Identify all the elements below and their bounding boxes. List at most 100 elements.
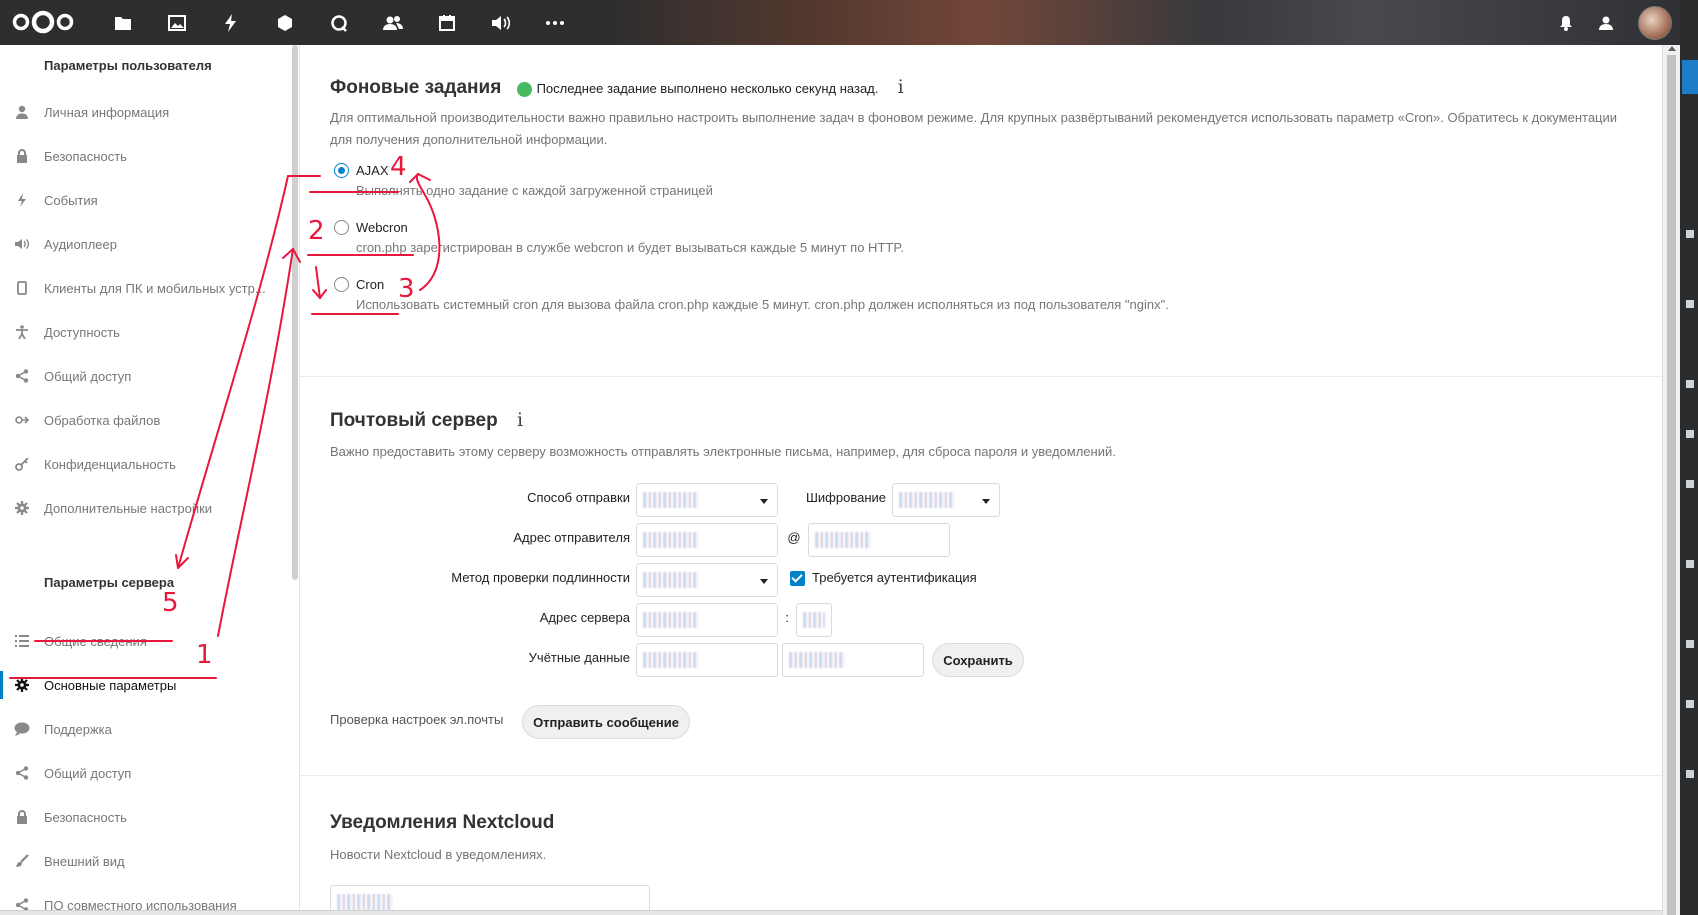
sidebar-item-label: Внешний вид — [44, 853, 125, 869]
annotation-number: 2 — [308, 216, 325, 246]
sidebar-item-user-6[interactable]: Общий доступ — [0, 354, 290, 398]
send-mode-label: Способ отправки — [527, 490, 630, 505]
from-address-input[interactable] — [636, 523, 778, 557]
sidebar-item-user-5[interactable]: Доступность — [0, 310, 290, 354]
sidebar-item-user-8[interactable]: Конфиденциальность — [0, 442, 290, 486]
sidebar-item-user-3[interactable]: Аудиоплеер — [0, 222, 290, 266]
user-avatar[interactable] — [1638, 5, 1672, 40]
sidebar-item-user-1[interactable]: Безопасность — [0, 134, 290, 178]
send-test-email-button[interactable]: Отправить сообщение — [522, 705, 690, 739]
sidebar-item-label: События — [44, 192, 98, 208]
top-bar — [0, 0, 1698, 45]
list-icon — [0, 619, 44, 663]
files-icon[interactable] — [96, 0, 150, 45]
cron-status: Последнее задание выполнено несколько се… — [516, 81, 878, 98]
sidebar-item-label: Обработка файлов — [44, 412, 161, 428]
sidebar-item-label: Поддержка — [44, 721, 112, 737]
sidebar-item-user-4[interactable]: Клиенты для ПК и мобильных устр... — [0, 266, 290, 310]
scroll-up-icon[interactable] — [1668, 46, 1676, 51]
activity-icon[interactable] — [204, 0, 258, 45]
section-divider — [300, 775, 1662, 776]
sidebar-item-user-7[interactable]: Обработка файлов — [0, 398, 290, 442]
header-right — [1546, 0, 1698, 45]
key-icon — [0, 442, 44, 486]
sidebar-item-label: Безопасность — [44, 809, 127, 825]
send-mode-select[interactable] — [636, 483, 778, 517]
sidebar-item-server-4[interactable]: Безопасность — [0, 795, 290, 839]
lock-icon — [0, 795, 44, 839]
server-address-label: Адрес сервера — [539, 610, 630, 625]
mail-server-title-text: Почтовый сервер — [330, 410, 498, 431]
server-settings-heading: Параметры сервера — [44, 575, 175, 590]
background-jobs-title: Фоновые задания Последнее задание выполн… — [330, 76, 904, 99]
radio-ajax-description: Выполнять одно задание с каждой загружен… — [356, 183, 713, 198]
encryption-label: Шифрование — [806, 490, 886, 505]
auth-required-checkbox[interactable] — [790, 571, 805, 586]
chevron-down-icon — [982, 499, 990, 504]
scrollbar-thumb[interactable] — [1667, 55, 1676, 915]
lock-icon — [0, 134, 44, 178]
from-address-label: Адрес отправителя — [513, 530, 630, 545]
accessibility-icon — [0, 310, 44, 354]
app-navigation — [96, 0, 582, 45]
section-divider — [300, 376, 1662, 377]
radio-webcron-label[interactable]: Webcron — [356, 220, 408, 235]
sidebar-item-user-0[interactable]: Личная информация — [0, 90, 290, 134]
sidebar-item-label: Клиенты для ПК и мобильных устр... — [44, 280, 266, 296]
sidebar-item-server-0[interactable]: Общие сведения — [0, 619, 290, 663]
settings-sidebar: Параметры пользователя Личная информация… — [0, 45, 300, 913]
sidebar-scrollbar[interactable] — [292, 45, 298, 580]
calendar-icon[interactable] — [420, 0, 474, 45]
radio-cron[interactable] — [334, 277, 349, 292]
username-input[interactable] — [636, 643, 778, 677]
contacts-icon[interactable] — [366, 0, 420, 45]
info-icon[interactable]: i — [898, 76, 904, 98]
share-icon — [0, 751, 44, 795]
encryption-select[interactable] — [892, 483, 1000, 517]
annotation-number: 1 — [196, 640, 213, 670]
chat-icon — [0, 707, 44, 751]
radio-cron-label[interactable]: Cron — [356, 277, 384, 292]
audio-player-icon[interactable] — [474, 0, 528, 45]
sidebar-item-server-2[interactable]: Поддержка — [0, 707, 290, 751]
sidebar-item-user-9[interactable]: Дополнительные настройки — [0, 486, 290, 530]
radio-ajax[interactable] — [334, 163, 349, 178]
server-address-input[interactable] — [636, 603, 778, 637]
auth-required-label[interactable]: Требуется аутентификация — [812, 570, 977, 585]
radio-ajax-label[interactable]: AJAX — [356, 163, 389, 178]
notifications-icon[interactable] — [1546, 0, 1586, 45]
photos-icon[interactable] — [150, 0, 204, 45]
settings-content: Фоновые задания Последнее задание выполн… — [300, 45, 1662, 915]
sidebar-item-label: Аудиоплеер — [44, 236, 117, 252]
speaker-icon — [0, 222, 44, 266]
sidebar-item-server-5[interactable]: Внешний вид — [0, 839, 290, 883]
sidebar-item-label: Общий доступ — [44, 765, 132, 781]
contacts-menu-icon[interactable] — [1586, 0, 1626, 45]
sidebar-item-label: Конфиденциальность — [44, 456, 176, 472]
sidebar-item-label: Доступность — [44, 324, 120, 340]
radio-cron-description: Использовать системный cron для вызова ф… — [356, 297, 1169, 312]
talk-icon[interactable] — [312, 0, 366, 45]
credentials-label: Учётные данные — [528, 650, 630, 665]
page-scrollbar[interactable] — [1662, 45, 1680, 915]
radio-webcron[interactable] — [334, 220, 349, 235]
password-input[interactable] — [782, 643, 924, 677]
notifications-title: Уведомления Nextcloud — [330, 812, 555, 833]
save-button[interactable]: Сохранить — [932, 643, 1024, 677]
sidebar-item-label: Общий доступ — [44, 368, 132, 384]
horizontal-scrollbar[interactable] — [0, 910, 1662, 915]
sidebar-item-user-2[interactable]: События — [0, 178, 290, 222]
auth-method-select[interactable] — [636, 563, 778, 597]
background-jobs-description: Для оптимальной производительности важно… — [330, 110, 1618, 147]
sidebar-item-server-1[interactable]: Основные параметры — [0, 663, 290, 707]
annotation-number: 5 — [162, 588, 179, 618]
apps-icon[interactable] — [258, 0, 312, 45]
sidebar-item-server-3[interactable]: Общий доступ — [0, 751, 290, 795]
from-domain-input[interactable] — [808, 523, 950, 557]
server-port-input[interactable] — [796, 603, 832, 637]
brush-icon — [0, 839, 44, 883]
nextcloud-logo[interactable] — [12, 10, 74, 34]
share-icon — [0, 354, 44, 398]
more-apps-icon[interactable] — [528, 0, 582, 45]
info-icon[interactable]: i — [517, 409, 523, 431]
